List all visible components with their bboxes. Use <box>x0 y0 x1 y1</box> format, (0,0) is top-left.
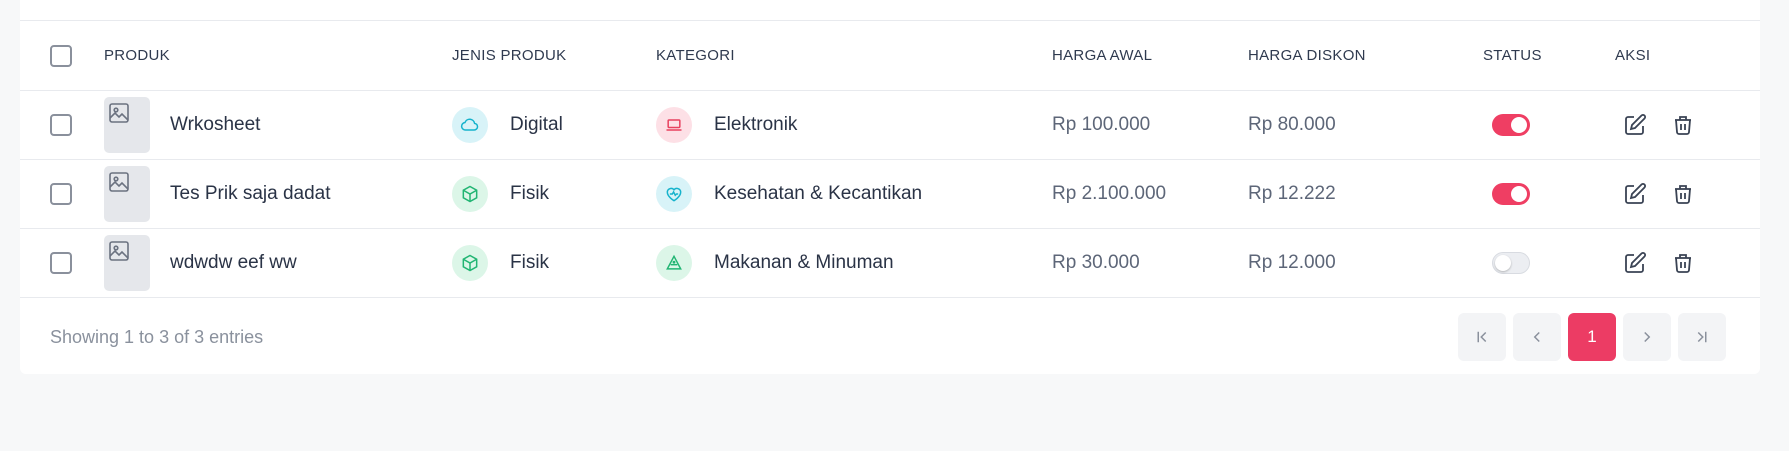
table-row: Tes Prik saja dadat Fisik Kesehatan & Ke… <box>20 160 1760 229</box>
trash-icon[interactable] <box>1668 110 1698 140</box>
product-thumbnail <box>104 97 150 153</box>
laptop-icon <box>656 107 692 143</box>
status-cell <box>1464 229 1530 297</box>
row-select-cell <box>50 91 72 159</box>
kategori-label: Kesehatan & Kecantikan <box>714 183 923 204</box>
first-page-button[interactable] <box>1458 313 1506 361</box>
kategori-cell: Elektronik <box>656 91 797 159</box>
last-page-icon <box>1697 331 1707 343</box>
harga-diskon: Rp 80.000 <box>1248 114 1336 135</box>
next-page-button[interactable] <box>1623 313 1671 361</box>
product-name: wdwdw eef ww <box>170 252 297 273</box>
cloud-icon <box>452 107 488 143</box>
trash-icon[interactable] <box>1668 179 1698 209</box>
trash-icon[interactable] <box>1668 248 1698 278</box>
header-produk: PRODUK <box>104 47 170 64</box>
table-header: PRODUK JENIS PRODUK KATEGORI HARGA AWAL … <box>20 21 1760 91</box>
box-icon <box>452 245 488 281</box>
image-placeholder-icon <box>109 103 129 123</box>
jenis-cell: Digital <box>452 91 563 159</box>
status-toggle[interactable] <box>1492 252 1530 274</box>
jenis-cell: Fisik <box>452 229 549 297</box>
header-harga-diskon: HARGA DISKON <box>1248 47 1366 64</box>
first-page-icon <box>1477 331 1487 343</box>
product-cell: Wrkosheet <box>104 91 260 159</box>
header-kategori: KATEGORI <box>656 47 735 64</box>
select-all-checkbox[interactable] <box>50 44 72 67</box>
prev-page-button[interactable] <box>1513 313 1561 361</box>
actions-cell <box>1596 91 1698 159</box>
actions-cell <box>1596 160 1698 228</box>
jenis-label: Digital <box>510 114 563 135</box>
harga-awal: Rp 100.000 <box>1052 114 1151 135</box>
select-all-cell <box>50 21 72 90</box>
header-aksi: AKSI <box>1615 47 1651 64</box>
edit-icon[interactable] <box>1620 248 1650 278</box>
products-card: PRODUK JENIS PRODUK KATEGORI HARGA AWAL … <box>20 0 1760 374</box>
jenis-label: Fisik <box>510 183 550 204</box>
kategori-label: Makanan & Minuman <box>714 252 894 273</box>
status-toggle[interactable] <box>1492 183 1530 205</box>
status-cell <box>1464 160 1530 228</box>
row-checkbox[interactable] <box>50 183 72 205</box>
product-thumbnail <box>104 166 150 222</box>
row-checkbox[interactable] <box>50 114 72 136</box>
chevron-right-icon <box>1644 331 1651 343</box>
harga-diskon: Rp 12.222 <box>1248 183 1336 204</box>
row-select-cell <box>50 160 72 228</box>
kategori-cell: Kesehatan & Kecantikan <box>656 160 922 228</box>
status-toggle[interactable] <box>1492 114 1530 136</box>
table-row: wdwdw eef ww Fisik Makanan & Minuman Rp … <box>20 229 1760 298</box>
harga-awal: Rp 30.000 <box>1052 252 1140 273</box>
actions-cell <box>1596 229 1698 297</box>
product-cell: wdwdw eef ww <box>104 229 297 297</box>
edit-icon[interactable] <box>1620 179 1650 209</box>
product-thumbnail <box>104 235 150 291</box>
chevron-left-icon <box>1533 331 1540 343</box>
food-icon <box>656 245 692 281</box>
jenis-cell: Fisik <box>452 160 549 228</box>
kategori-cell: Makanan & Minuman <box>656 229 894 297</box>
header-status: STATUS <box>1483 47 1542 64</box>
harga-diskon: Rp 12.000 <box>1248 252 1336 273</box>
page-button-current[interactable]: 1 <box>1568 313 1616 361</box>
pagination: 1 <box>1458 313 1726 361</box>
status-cell <box>1464 91 1530 159</box>
edit-icon[interactable] <box>1620 110 1650 140</box>
heart-pulse-icon <box>656 176 692 212</box>
image-placeholder-icon <box>109 172 129 192</box>
header-harga-awal: HARGA AWAL <box>1052 47 1153 64</box>
entries-info: Showing 1 to 3 of 3 entries <box>50 326 264 347</box>
product-name: Wrkosheet <box>170 114 261 135</box>
image-placeholder-icon <box>109 241 129 261</box>
jenis-label: Fisik <box>510 252 550 273</box>
harga-awal: Rp 2.100.000 <box>1052 183 1167 204</box>
row-checkbox[interactable] <box>50 252 72 274</box>
kategori-label: Elektronik <box>714 114 798 135</box>
table-row: Wrkosheet Digital Elektronik Rp 100.000 … <box>20 91 1760 160</box>
row-select-cell <box>50 229 72 297</box>
header-jenis-produk: JENIS PRODUK <box>452 47 567 64</box>
box-icon <box>452 176 488 212</box>
product-cell: Tes Prik saja dadat <box>104 160 331 228</box>
last-page-button[interactable] <box>1678 313 1726 361</box>
product-name: Tes Prik saja dadat <box>170 183 331 204</box>
